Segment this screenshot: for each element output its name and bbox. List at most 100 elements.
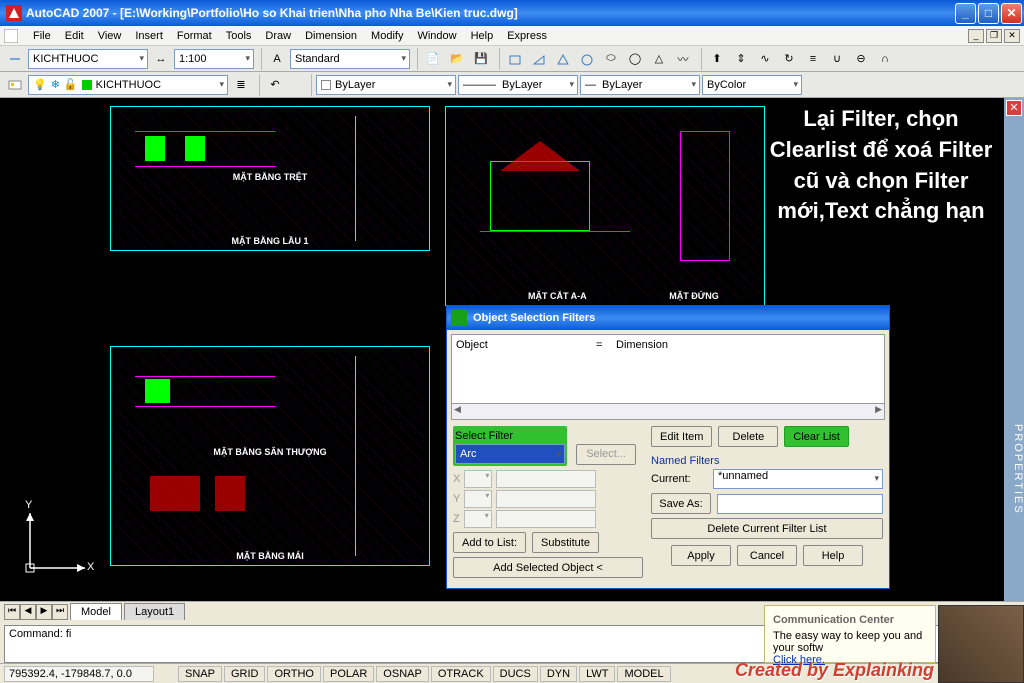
tab-next-button[interactable]: ▶ (36, 604, 52, 620)
delete-button[interactable]: Delete (718, 426, 778, 447)
save-icon[interactable]: 💾 (470, 48, 492, 70)
tab-prev-button[interactable]: ◀ (20, 604, 36, 620)
select-filter-label: Select Filter (455, 428, 565, 444)
extrude-icon[interactable]: ⬆ (706, 48, 728, 70)
menu-draw[interactable]: Draw (258, 28, 298, 44)
menu-modify[interactable]: Modify (364, 28, 410, 44)
union-icon[interactable]: ∪ (826, 48, 848, 70)
save-as-input[interactable] (717, 494, 883, 514)
tab-layout1[interactable]: Layout1 (124, 603, 185, 620)
intersect-icon[interactable]: ∩ (874, 48, 896, 70)
clear-list-button[interactable]: Clear List (784, 426, 848, 447)
sphere-icon[interactable] (576, 48, 598, 70)
current-filter-dropdown[interactable]: *unnamed (713, 469, 883, 489)
properties-palette-tab[interactable]: PROPERTIES (1004, 98, 1024, 601)
layer-dropdown[interactable]: 💡 ❄ 🔓 KICHTHUOC (28, 75, 228, 95)
presspull-icon[interactable]: ⇕ (730, 48, 752, 70)
status-polar[interactable]: POLAR (323, 666, 374, 682)
status-grid[interactable]: GRID (224, 666, 266, 682)
lineweight-dropdown[interactable]: —ByLayer (580, 75, 700, 95)
edit-item-button[interactable]: Edit Item (651, 426, 712, 447)
close-button[interactable]: ✕ (1001, 3, 1022, 24)
layer-states-icon[interactable]: ≣ (230, 74, 252, 96)
sweep-icon[interactable]: ∿ (754, 48, 776, 70)
status-osnap[interactable]: OSNAP (376, 666, 429, 682)
substitute-button[interactable]: Substitute (532, 532, 599, 553)
tab-first-button[interactable]: ⏮ (4, 604, 20, 620)
doc-restore-button[interactable]: ❐ (986, 29, 1002, 43)
dim-style-dropdown[interactable]: KICHTHUOC (28, 49, 148, 69)
plotstyle-dropdown[interactable]: ByColor (702, 75, 802, 95)
torus-icon[interactable]: ◯ (624, 48, 646, 70)
menu-tools[interactable]: Tools (219, 28, 259, 44)
z-row: Z (453, 510, 643, 528)
menu-insert[interactable]: Insert (128, 28, 170, 44)
minimize-button[interactable]: _ (955, 3, 976, 24)
tab-model[interactable]: Model (70, 603, 122, 620)
helix-icon[interactable]: 〰 (672, 48, 694, 70)
menu-window[interactable]: Window (410, 28, 463, 44)
pyramid-icon[interactable]: △ (648, 48, 670, 70)
revolve-icon[interactable]: ↻ (778, 48, 800, 70)
apply-button[interactable]: Apply (671, 545, 731, 566)
dim-linear-icon[interactable] (4, 48, 26, 70)
status-ducs[interactable]: DUCS (493, 666, 538, 682)
status-otrack[interactable]: OTRACK (431, 666, 491, 682)
select-filter-dropdown[interactable]: Arc (455, 444, 565, 464)
status-model[interactable]: MODEL (617, 666, 670, 682)
status-ortho[interactable]: ORTHO (267, 666, 321, 682)
y-input[interactable] (496, 490, 596, 508)
new-icon[interactable]: 📄 (422, 48, 444, 70)
x-input[interactable] (496, 470, 596, 488)
maximize-button[interactable]: □ (978, 3, 999, 24)
menu-help[interactable]: Help (464, 28, 501, 44)
delete-current-list-button[interactable]: Delete Current Filter List (651, 518, 883, 539)
status-lwt[interactable]: LWT (579, 666, 615, 682)
filter-list[interactable]: Object = Dimension (451, 334, 885, 404)
z-op-dropdown[interactable] (464, 510, 492, 528)
select-button[interactable]: Select... (576, 444, 636, 465)
linetype-dropdown[interactable]: ———ByLayer (458, 75, 578, 95)
wedge-icon[interactable] (528, 48, 550, 70)
viewport-1: MẶT BẰNG TRỆT MẶT BẰNG LẦU 1 (110, 106, 430, 251)
named-filters-label: Named Filters (651, 453, 883, 469)
layer-props-icon[interactable] (4, 74, 26, 96)
color-dropdown[interactable]: ByLayer (316, 75, 456, 95)
layer-previous-icon[interactable]: ↶ (264, 74, 286, 96)
menu-express[interactable]: Express (500, 28, 554, 44)
text-icon[interactable]: A (266, 48, 288, 70)
y-op-dropdown[interactable] (464, 490, 492, 508)
dialog-titlebar[interactable]: Object Selection Filters (447, 306, 889, 330)
canvas-close-button[interactable]: ✕ (1006, 100, 1022, 116)
x-op-dropdown[interactable] (464, 470, 492, 488)
open-icon[interactable]: 📂 (446, 48, 468, 70)
status-dyn[interactable]: DYN (540, 666, 577, 682)
menu-format[interactable]: Format (170, 28, 219, 44)
z-input[interactable] (496, 510, 596, 528)
scale-dropdown[interactable]: 1:100 (174, 49, 254, 69)
box-icon[interactable] (504, 48, 526, 70)
menu-view[interactable]: View (91, 28, 129, 44)
drawing-label-3: MẶT BẰNG SÂN THƯỢNG (213, 447, 326, 457)
subtract-icon[interactable]: ⊖ (850, 48, 872, 70)
status-snap[interactable]: SNAP (178, 666, 222, 682)
add-selected-button[interactable]: Add Selected Object < (453, 557, 643, 578)
menu-edit[interactable]: Edit (58, 28, 91, 44)
dim-tool-icon[interactable]: ↔ (150, 48, 172, 70)
menu-dimension[interactable]: Dimension (298, 28, 364, 44)
save-as-button[interactable]: Save As: (651, 493, 711, 514)
cylinder-icon[interactable]: ⬭ (600, 48, 622, 70)
loft-icon[interactable]: ≡ (802, 48, 824, 70)
cancel-button[interactable]: Cancel (737, 545, 797, 566)
doc-close-button[interactable]: ✕ (1004, 29, 1020, 43)
tab-last-button[interactable]: ⏭ (52, 604, 68, 620)
help-button[interactable]: Help (803, 545, 863, 566)
doc-minimize-button[interactable]: _ (968, 29, 984, 43)
cone-icon[interactable] (552, 48, 574, 70)
add-to-list-button[interactable]: Add to List: (453, 532, 526, 553)
text-style-dropdown[interactable]: Standard (290, 49, 410, 69)
menu-file[interactable]: File (26, 28, 58, 44)
filter-list-scrollbar[interactable] (451, 404, 885, 420)
status-coordinates[interactable]: 795392.4, -179848.7, 0.0 (4, 666, 154, 682)
filter-list-row[interactable]: Object = Dimension (456, 339, 880, 351)
